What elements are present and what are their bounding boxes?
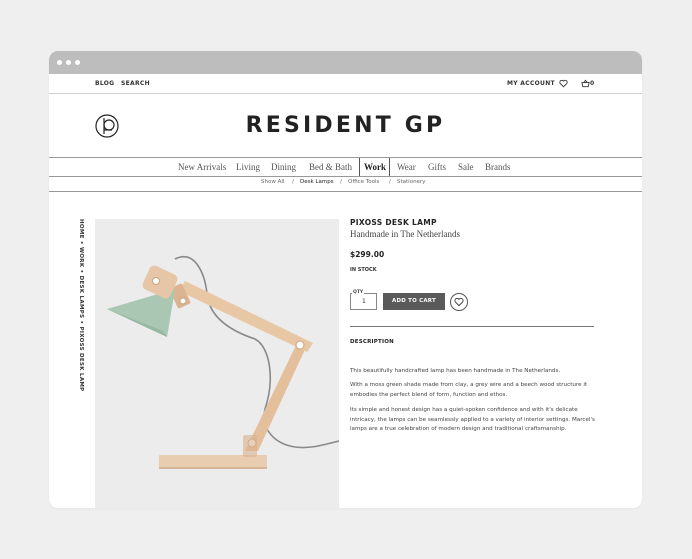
subnav-divider [49,191,642,192]
nav-divider [49,176,642,177]
brand-name[interactable]: RESIDENT GP [49,113,642,138]
subnav-item-office-tools[interactable]: Office Tools [348,179,379,185]
nav-item-gifts[interactable]: Gifts [428,162,446,172]
product-price: $299.00 [350,250,385,259]
stock-status: IN STOCK [350,267,377,273]
description-paragraph: This beautifully handcrafted lamp has be… [350,368,561,374]
product-title: PIXOSS DESK LAMP [350,218,437,227]
description-paragraph: Its simple and honest design has a quiet… [350,407,595,432]
description-heading[interactable]: DESCRIPTION [350,339,394,345]
basket-icon[interactable] [581,79,590,88]
desk-lamp-illustration [107,256,340,469]
subnav-separator: / [389,179,391,185]
my-account-link[interactable]: MY ACCOUNT [507,80,555,87]
blog-link[interactable]: BLOG [95,80,114,87]
product-image[interactable] [95,219,340,508]
nav-item-work[interactable]: Work [364,162,386,172]
subnav-item-show-all[interactable]: Show All [261,179,284,185]
window-dot-icon[interactable] [57,60,62,65]
window-dot-icon[interactable] [75,60,80,65]
heart-icon[interactable] [559,79,568,88]
heart-outline-icon [454,297,464,307]
window-titlebar [49,51,642,74]
add-to-cart-button[interactable]: ADD TO CART [383,293,445,310]
subnav-separator: / [340,179,342,185]
section-divider [350,326,594,327]
nav-item-brands[interactable]: Brands [485,162,511,172]
subnav-item-stationery[interactable]: Stationery [397,179,425,185]
subnav-item-desk-lamps[interactable]: Desk Lamps [300,179,334,185]
nav-item-wear[interactable]: Wear [397,162,416,172]
main-nav: New Arrivals Living Dining Bed & Bath Wo… [49,158,642,176]
subnav-separator: / [292,179,294,185]
description-paragraph: With a moss green shade made from clay, … [350,382,588,398]
wishlist-button[interactable] [450,293,468,311]
breadcrumb[interactable]: HOME • WORK • DESK LAMPS • PIXOSS DESK L… [78,219,84,391]
nav-item-living[interactable]: Living [236,162,260,172]
quantity-label: QTY [352,290,365,295]
search-link[interactable]: SEARCH [121,80,150,87]
nav-item-bed-bath[interactable]: Bed & Bath [309,162,352,172]
nav-item-dining[interactable]: Dining [271,162,296,172]
nav-item-sale[interactable]: Sale [458,162,474,172]
quantity-value[interactable]: 1 [362,298,366,305]
utility-bar: BLOG SEARCH MY ACCOUNT 0 [49,74,642,94]
window-dot-icon[interactable] [66,60,71,65]
product-subtitle: Handmade in The Netherlands [350,229,461,239]
cart-count: 0 [590,80,595,87]
browser-window: BLOG SEARCH MY ACCOUNT 0 RESIDENT GP New… [49,51,642,508]
nav-item-new-arrivals[interactable]: New Arrivals [178,162,226,172]
